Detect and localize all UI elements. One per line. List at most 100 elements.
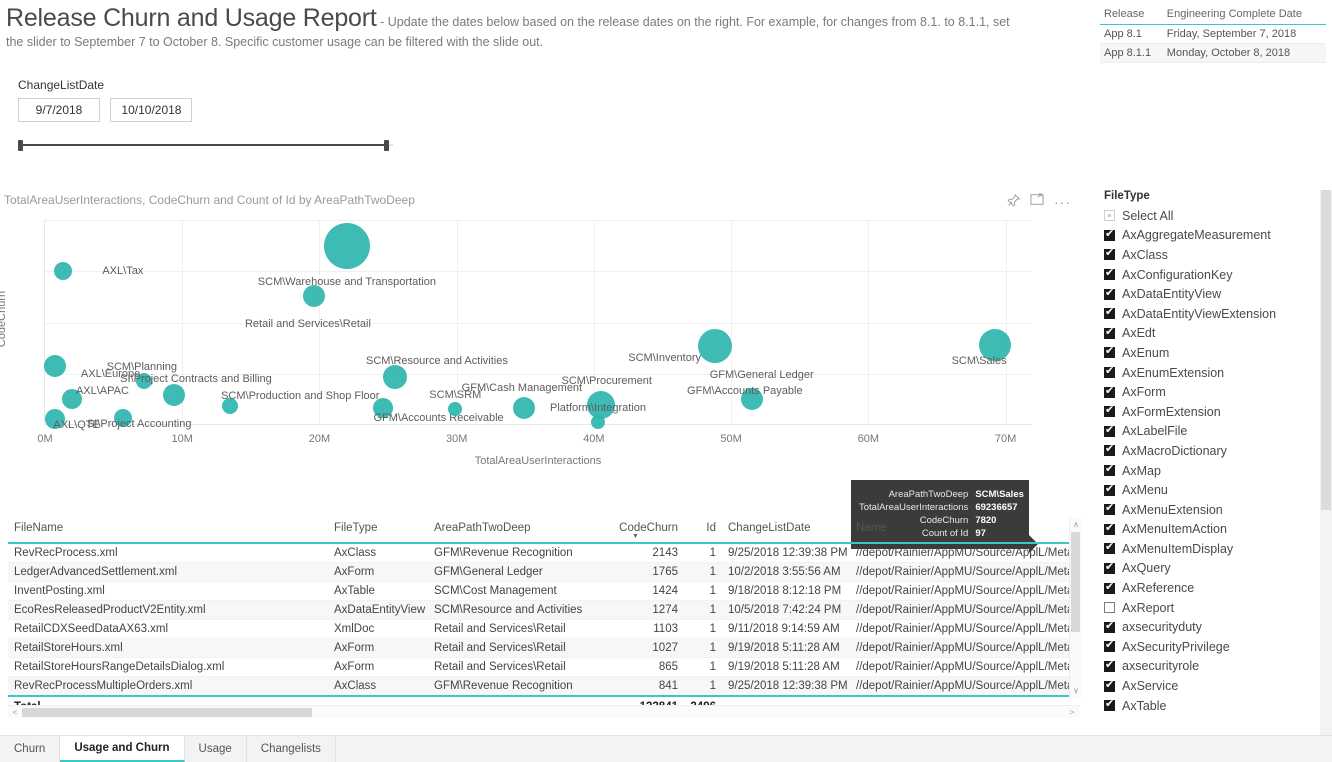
page-tab-bar[interactable]: Churn Usage and Churn Usage Changelists bbox=[0, 735, 1332, 762]
filter-checkbox[interactable] bbox=[1104, 287, 1115, 300]
filter-checkbox[interactable] bbox=[1104, 541, 1115, 555]
filter-checkbox[interactable] bbox=[1104, 345, 1115, 359]
slicer-range-slider[interactable] bbox=[18, 140, 393, 151]
vertical-scroll-thumb[interactable] bbox=[1071, 532, 1080, 632]
details-table-vertical-scrollbar[interactable]: ∧ ∨ bbox=[1069, 518, 1081, 698]
scroll-right-icon[interactable]: > bbox=[1066, 708, 1078, 717]
col-header-changelistdate[interactable]: ChangeListDate bbox=[722, 518, 850, 544]
filter-item-axmacrodictionary[interactable]: AxMacroDictionary bbox=[1098, 441, 1332, 461]
details-table[interactable]: FileName FileType AreaPathTwoDeep CodeCh… bbox=[8, 518, 1081, 717]
filter-checkbox[interactable] bbox=[1104, 306, 1115, 320]
slicer-start-date-input[interactable]: 9/7/2018 bbox=[18, 98, 100, 122]
filter-checkbox[interactable] bbox=[1104, 228, 1115, 241]
filter-scroll-thumb[interactable] bbox=[1321, 190, 1331, 510]
slider-handle-left[interactable] bbox=[18, 140, 23, 151]
filter-item-axmenuitemdisplay[interactable]: AxMenuItemDisplay bbox=[1098, 539, 1332, 559]
filter-checkbox[interactable] bbox=[1104, 522, 1115, 535]
chart-bubble[interactable] bbox=[302, 284, 325, 307]
tab-churn[interactable]: Churn bbox=[0, 736, 61, 762]
chart-bubble[interactable] bbox=[697, 329, 732, 364]
filter-item-axmap[interactable]: AxMap bbox=[1098, 461, 1332, 481]
slider-handle-right[interactable] bbox=[384, 140, 389, 151]
filter-checkbox[interactable] bbox=[1104, 679, 1115, 692]
filter-checkbox[interactable] bbox=[1104, 639, 1115, 653]
filter-item-axformextension[interactable]: AxFormExtension bbox=[1098, 402, 1332, 422]
filter-checkbox[interactable] bbox=[1104, 561, 1115, 574]
filter-checkbox[interactable] bbox=[1104, 581, 1115, 594]
filter-checkbox[interactable] bbox=[1104, 483, 1115, 496]
col-header-codechurn[interactable]: CodeChurn ▼ bbox=[606, 518, 684, 544]
filter-checkbox[interactable] bbox=[1104, 326, 1115, 339]
horizontal-scroll-thumb[interactable] bbox=[22, 708, 312, 717]
table-row[interactable]: EcoResReleasedProductV2Entity.xml AxDataE… bbox=[8, 600, 1080, 620]
changelistdate-slicer[interactable]: ChangeListDate 9/7/2018 10/10/2018 bbox=[18, 78, 418, 151]
chart-bubble[interactable] bbox=[591, 414, 605, 429]
table-row[interactable]: RetailStoreHours.xml AxForm Retail and Ser… bbox=[8, 638, 1080, 658]
table-row[interactable]: RevRecProcessMultipleOrders.xml AxClass GF… bbox=[8, 676, 1080, 697]
tab-usage[interactable]: Usage bbox=[184, 736, 247, 762]
filter-checkbox[interactable] bbox=[1104, 443, 1115, 457]
col-header-name[interactable]: Name bbox=[850, 518, 1080, 544]
table-row[interactable]: RetailStoreHoursRangeDetailsDialog.xml Ax… bbox=[8, 657, 1080, 677]
release-table-row[interactable]: App 8.1.1 Monday, October 8, 2018 bbox=[1100, 43, 1326, 63]
filter-item-axenumextension[interactable]: AxEnumExtension bbox=[1098, 363, 1332, 383]
chart-bubble[interactable] bbox=[53, 262, 72, 281]
chart-bubble[interactable] bbox=[448, 401, 463, 416]
scroll-left-icon[interactable]: < bbox=[9, 708, 21, 717]
chart-bubble[interactable] bbox=[382, 364, 407, 389]
filter-item-axsecurityprivilege[interactable]: AxSecurityPrivilege bbox=[1098, 637, 1332, 657]
filter-item-axedt[interactable]: AxEdt bbox=[1098, 324, 1332, 344]
slicer-end-date-input[interactable]: 10/10/2018 bbox=[110, 98, 193, 122]
table-row[interactable]: InventPosting.xml AxTable SCM\Cost Managem… bbox=[8, 581, 1080, 601]
filter-item-axreport[interactable]: AxReport bbox=[1098, 598, 1332, 618]
chart-bubble[interactable] bbox=[323, 222, 370, 269]
filter-checkbox[interactable] bbox=[1104, 247, 1115, 261]
filter-item-axquery[interactable]: AxQuery bbox=[1098, 559, 1332, 579]
filter-item-axaggregatemeasurement[interactable]: AxAggregateMeasurement bbox=[1098, 226, 1332, 246]
filter-checkbox[interactable] bbox=[1104, 659, 1115, 672]
filter-checkbox[interactable] bbox=[1104, 602, 1115, 614]
filter-checkbox[interactable] bbox=[1104, 424, 1115, 437]
table-row[interactable]: RetailCDXSeedDataAX63.xml XmlDoc Retail an… bbox=[8, 619, 1080, 639]
chart-bubble[interactable] bbox=[512, 396, 535, 419]
focus-mode-icon[interactable] bbox=[1030, 193, 1044, 210]
filter-item-axdataentityviewextension[interactable]: AxDataEntityViewExtension bbox=[1098, 304, 1332, 324]
col-header-id[interactable]: Id bbox=[684, 518, 722, 544]
filter-checkbox[interactable] bbox=[1104, 385, 1115, 398]
scroll-down-icon[interactable]: ∨ bbox=[1070, 686, 1082, 695]
more-options-icon[interactable]: ··· bbox=[1054, 195, 1071, 209]
chart-bubble[interactable] bbox=[43, 354, 66, 377]
table-row[interactable]: RevRecProcess.xml AxClass GFM\Revenue Reco… bbox=[8, 543, 1080, 563]
select-all-checkbox[interactable] bbox=[1104, 210, 1115, 222]
filter-item-axmenuitemaction[interactable]: AxMenuItemAction bbox=[1098, 520, 1332, 540]
details-table-horizontal-scrollbar[interactable]: < > bbox=[8, 705, 1080, 718]
filter-checkbox[interactable] bbox=[1104, 502, 1115, 516]
filter-item-axclass[interactable]: AxClass bbox=[1098, 245, 1332, 265]
scroll-up-icon[interactable]: ∧ bbox=[1070, 520, 1082, 529]
table-row[interactable]: LedgerAdvancedSettlement.xml AxForm GFM\Ge… bbox=[8, 562, 1080, 582]
filter-item-axconfigurationkey[interactable]: AxConfigurationKey bbox=[1098, 265, 1332, 285]
chart-bubble[interactable] bbox=[162, 384, 185, 407]
col-header-filetype[interactable]: FileType bbox=[328, 518, 428, 544]
filter-item-axmenu[interactable]: AxMenu bbox=[1098, 480, 1332, 500]
filter-item-axlabelfile[interactable]: AxLabelFile bbox=[1098, 422, 1332, 442]
col-header-areapathtwodeep[interactable]: AreaPathTwoDeep bbox=[428, 518, 606, 544]
filter-item-axenum[interactable]: AxEnum bbox=[1098, 343, 1332, 363]
filter-item-axform[interactable]: AxForm bbox=[1098, 382, 1332, 402]
filter-item-axsecurityrole[interactable]: axsecurityrole bbox=[1098, 657, 1332, 677]
filetype-filter-pane[interactable]: FileType Select All AxAggregateMeasureme… bbox=[1098, 190, 1332, 735]
filter-item-axmenuextension[interactable]: AxMenuExtension bbox=[1098, 500, 1332, 520]
tab-changelists[interactable]: Changelists bbox=[246, 736, 336, 762]
filter-item-axservice[interactable]: AxService bbox=[1098, 676, 1332, 696]
filter-checkbox[interactable] bbox=[1104, 267, 1115, 281]
filter-pane-scrollbar[interactable] bbox=[1320, 190, 1332, 735]
filter-checkbox[interactable] bbox=[1104, 365, 1115, 379]
filter-checkbox[interactable] bbox=[1104, 404, 1115, 418]
filter-item-axsecurityduty[interactable]: axsecurityduty bbox=[1098, 617, 1332, 637]
filter-checkbox[interactable] bbox=[1104, 620, 1115, 633]
chart-plot-area[interactable]: 0M10M20M30M40M50M60M70M0K5K10K15K20KAXL\… bbox=[37, 220, 1032, 445]
filter-checkbox[interactable] bbox=[1104, 698, 1115, 712]
col-header-filename[interactable]: FileName bbox=[8, 518, 328, 544]
filter-checkbox[interactable] bbox=[1104, 463, 1115, 477]
release-table-row[interactable]: App 8.1 Friday, September 7, 2018 bbox=[1100, 24, 1326, 44]
